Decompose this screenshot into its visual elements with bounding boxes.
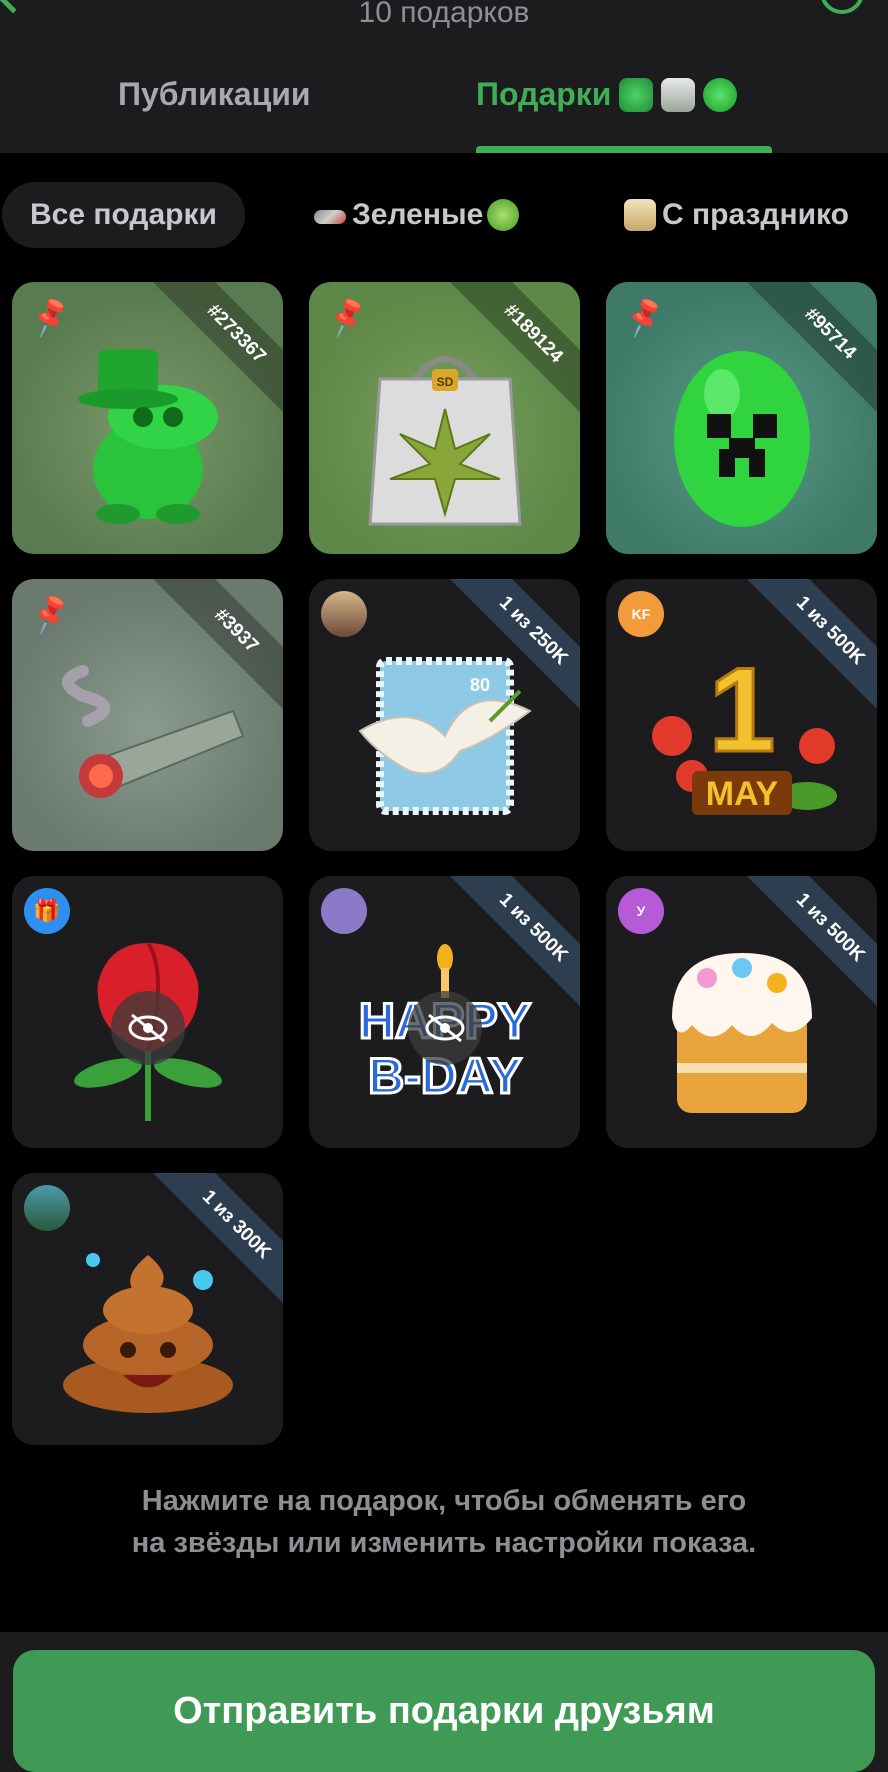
filter-all-label: Все подарки	[30, 198, 217, 231]
joint-icon	[314, 210, 346, 224]
pin-icon: 📌	[324, 295, 371, 340]
may-label-text: MAY	[705, 775, 778, 813]
weed-bag-icon: SD	[367, 356, 522, 526]
hint-text: Нажмите на подарок, чтобы обменять его н…	[0, 1480, 888, 1564]
gift-card-dove-stamp[interactable]: 1 из 250K 80	[309, 579, 580, 851]
money-joint-icon	[61, 665, 244, 799]
stamp-value-text: 80	[469, 675, 489, 695]
egg-emoji-icon	[703, 77, 738, 112]
card-icon	[624, 199, 656, 231]
sender-avatar[interactable]	[321, 888, 367, 934]
bag-emoji-icon	[661, 77, 696, 112]
tab-gifts[interactable]: Подарки	[476, 76, 738, 113]
green-dino-icon	[77, 349, 218, 525]
gift-card-easter-cake[interactable]: У 1 из 500K	[606, 876, 877, 1148]
easter-cake-icon	[671, 953, 812, 1114]
leaf-icon	[487, 199, 520, 231]
top-header: 10 подарков Публикации Подарки	[0, 0, 888, 153]
gift-card-may-first[interactable]: KF 1 из 500K 1 MAY	[606, 579, 877, 851]
pin-icon: 📌	[27, 295, 74, 340]
filter-chips: Все подарки Зеленые С празднико	[0, 182, 888, 250]
hidden-eye-icon	[110, 991, 185, 1066]
dino-emoji-icon	[619, 77, 654, 112]
hint-line-2: на звёзды или изменить настройки показа.	[131, 1527, 757, 1559]
gift-card-money-joint[interactable]: 📌 #3937	[12, 579, 283, 851]
gift-card-weed-bag[interactable]: 📌 #189124 SD	[309, 282, 580, 554]
hidden-eye-icon	[407, 991, 482, 1066]
filter-green-label: Зеленые	[352, 198, 484, 231]
gift-icon[interactable]: 🎁	[24, 888, 70, 934]
tab-publications[interactable]: Публикации	[118, 76, 311, 113]
sender-avatar[interactable]	[24, 1185, 70, 1231]
pin-icon: 📌	[621, 295, 668, 340]
filter-green[interactable]: Зеленые	[288, 182, 547, 248]
filter-holiday-label: С празднико	[662, 198, 849, 231]
sender-avatar[interactable]: KF	[618, 591, 664, 637]
tab-gifts-label: Подарки	[476, 76, 612, 112]
creeper-egg-icon	[673, 351, 810, 528]
gift-card-green-dino[interactable]: 📌 #273367	[12, 282, 283, 554]
poop-emoji-icon	[62, 1253, 233, 1414]
gift-card-red-rose[interactable]: 🎁	[12, 876, 283, 1148]
gift-card-poop-emoji[interactable]: 1 из 300K	[12, 1173, 283, 1445]
bottom-bar: Отправить подарки друзьям	[0, 1632, 888, 1772]
gift-count-subtitle: 10 подарков	[358, 0, 530, 29]
gift-card-creeper-egg[interactable]: 📌 #95714	[606, 282, 877, 554]
active-tab-indicator	[476, 146, 772, 153]
sender-avatar[interactable]	[321, 591, 367, 637]
send-gifts-button[interactable]: Отправить подарки друзьям	[13, 1650, 875, 1772]
may-first-icon: 1 MAY	[651, 642, 837, 816]
hint-line-1: Нажмите на подарок, чтобы обменять его	[141, 1485, 747, 1517]
pin-icon: 📌	[27, 592, 74, 637]
filter-all-gifts[interactable]: Все подарки	[2, 182, 245, 248]
dove-stamp-icon: 80	[358, 657, 532, 816]
sender-avatar[interactable]: У	[618, 888, 664, 934]
gift-card-happy-bday[interactable]: 1 из 500K HAPPY B-DAY	[309, 876, 580, 1148]
bag-logo-text: SD	[436, 375, 453, 389]
filter-holiday[interactable]: С празднико	[596, 182, 877, 248]
may-number-text: 1	[708, 643, 775, 777]
